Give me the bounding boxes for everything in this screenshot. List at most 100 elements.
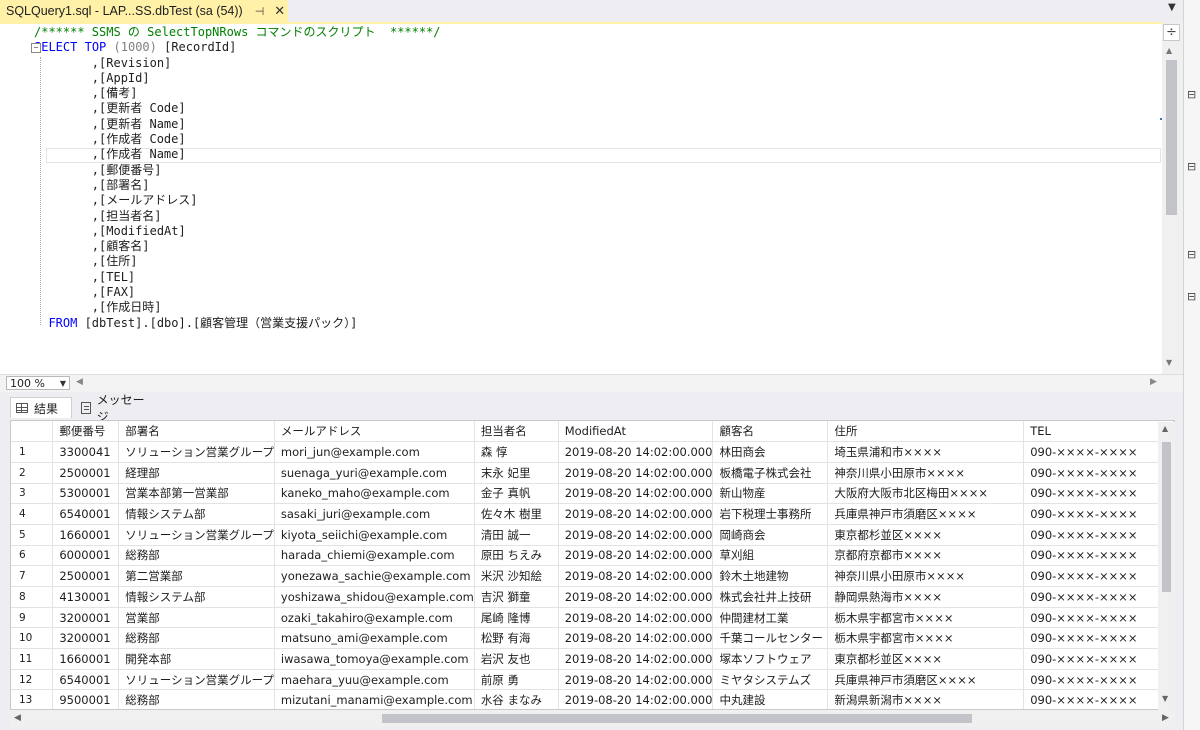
table-cell[interactable]: 林田商会 [712, 441, 829, 463]
panel-collapse-icon[interactable]: ⊟ [1187, 248, 1196, 261]
table-row[interactable]: 6 6000001 総務部 harada_chiemi@example.com 原田 ち… [11, 545, 1174, 567]
table-cell[interactable]: kaneko_maho@example.com [274, 483, 475, 505]
table-cell[interactable]: ソリューション営業グループ [118, 441, 275, 463]
table-cell[interactable]: ozaki_takahiro@example.com [274, 607, 475, 629]
table-cell[interactable]: 岩沢 友也 [474, 648, 559, 670]
table-cell[interactable]: 前原 勇 [474, 669, 559, 691]
table-cell[interactable]: 栃木県宇都宮市×××× [827, 607, 1025, 629]
grid-scroll-up-icon[interactable]: ▲ [1162, 424, 1168, 433]
table-cell[interactable]: 情報システム部 [118, 503, 275, 525]
table-cell[interactable]: 第二営業部 [118, 565, 275, 587]
table-cell[interactable]: 新潟県新潟市×××× [827, 689, 1025, 709]
table-cell[interactable]: mori_jun@example.com [274, 441, 475, 463]
column-header[interactable]: TEL [1023, 421, 1174, 443]
table-cell[interactable]: matsuno_ami@example.com [274, 627, 475, 650]
table-cell[interactable]: 090-××××-×××× [1023, 627, 1174, 650]
row-number[interactable]: 2 [11, 462, 54, 484]
table-row[interactable]: 2 2500001 経理部 suenaga_yuri@example.com 末永 妃里… [11, 462, 1174, 484]
column-header[interactable]: 部署名 [118, 421, 275, 443]
column-header[interactable]: 担当者名 [474, 421, 559, 443]
table-cell[interactable]: 2500001 [52, 565, 120, 587]
scroll-right-icon[interactable]: ▶ [1150, 377, 1157, 387]
grid-vertical-thumb[interactable] [1162, 442, 1171, 592]
table-row[interactable]: 12 6540001 ソリューション営業グループ maehara_yuu@exampl… [11, 669, 1174, 691]
table-cell[interactable]: 090-××××-×××× [1023, 689, 1174, 709]
column-header[interactable]: 郵便番号 [52, 421, 120, 443]
table-cell[interactable]: harada_chiemi@example.com [274, 545, 475, 567]
table-cell[interactable]: 神奈川県小田原市×××× [827, 462, 1025, 484]
table-cell[interactable]: sasaki_juri@example.com [274, 503, 475, 525]
table-cell[interactable]: 総務部 [118, 545, 275, 567]
table-cell[interactable]: 2019-08-20 14:02:00.000 [558, 648, 714, 670]
grid-scroll-right-icon[interactable]: ▶ [1162, 713, 1169, 723]
table-cell[interactable]: 6540001 [52, 669, 120, 691]
row-number[interactable]: 1 [11, 441, 54, 463]
query-editor[interactable]: /****** SSMS の SelectTopNRows コマンドのスクリプト… [0, 22, 1183, 374]
editor-scroll-thumb[interactable] [1166, 60, 1177, 215]
table-row[interactable]: 4 6540001 情報システム部 sasaki_juri@example.com 佐々… [11, 503, 1174, 525]
table-cell[interactable]: 2500001 [52, 462, 120, 484]
table-cell[interactable]: 090-××××-×××× [1023, 503, 1174, 525]
table-cell[interactable]: 2019-08-20 14:02:00.000 [558, 607, 714, 629]
table-cell[interactable]: 千葉コールセンター [712, 627, 829, 650]
table-cell[interactable]: mizutani_manami@example.com [274, 689, 475, 709]
table-cell[interactable]: 1660001 [52, 648, 120, 670]
table-cell[interactable]: maehara_yuu@example.com [274, 669, 475, 691]
table-row[interactable]: 13 9500001 総務部 mizutani_manami@example.com 水… [11, 689, 1174, 709]
table-row[interactable]: 3 5300001 営業本部第一営業部 kaneko_maho@example.com… [11, 483, 1174, 505]
table-row[interactable]: 11 1660001 開発本部 iwasawa_tomoya@example.com 岩… [11, 648, 1174, 670]
table-cell[interactable]: 埼玉県浦和市×××× [827, 441, 1025, 463]
table-cell[interactable]: 岩下税理士事務所 [712, 503, 829, 525]
pin-icon[interactable]: ⊣ [255, 5, 265, 18]
table-cell[interactable]: 090-××××-×××× [1023, 524, 1174, 546]
table-cell[interactable]: 情報システム部 [118, 586, 275, 608]
table-cell[interactable]: kiyota_seiichi@example.com [274, 524, 475, 546]
table-cell[interactable]: 6540001 [52, 503, 120, 525]
chevron-down-icon[interactable]: ▼ [60, 377, 66, 390]
row-number[interactable]: 5 [11, 524, 54, 546]
table-row[interactable]: 1 3300041 ソリューション営業グループ mori_jun@example.co… [11, 441, 1174, 463]
query-tab[interactable]: SQLQuery1.sql - LAP...SS.dbTest (sa (54)… [0, 0, 288, 22]
column-header[interactable]: ModifiedAt [558, 421, 714, 443]
table-cell[interactable]: 2019-08-20 14:02:00.000 [558, 565, 714, 587]
row-number[interactable]: 13 [11, 689, 54, 709]
results-grid[interactable]: 郵便番号 部署名 メールアドレス 担当者名 ModifiedAt 顧客名 住所 TEL 1 33… [10, 420, 1175, 710]
table-cell[interactable]: 2019-08-20 14:02:00.000 [558, 503, 714, 525]
table-cell[interactable]: 中丸建設 [712, 689, 829, 709]
table-cell[interactable]: 金子 真帆 [474, 483, 559, 505]
row-number[interactable]: 8 [11, 586, 54, 608]
table-cell[interactable]: ソリューション営業グループ [118, 669, 275, 691]
table-cell[interactable]: 兵庫県神戸市須磨区×××× [827, 669, 1025, 691]
split-window-icon[interactable]: ÷ [1163, 24, 1180, 41]
table-cell[interactable]: 経理部 [118, 462, 275, 484]
table-cell[interactable]: 佐々木 樹里 [474, 503, 559, 525]
scroll-up-icon[interactable]: ▲ [1166, 46, 1172, 55]
table-cell[interactable]: 2019-08-20 14:02:00.000 [558, 669, 714, 691]
table-cell[interactable]: 米沢 沙知絵 [474, 565, 559, 587]
table-cell[interactable]: 株式会社井上技研 [712, 586, 829, 608]
tab-results[interactable]: 結果 [10, 397, 72, 418]
table-cell[interactable]: 鈴木土地建物 [712, 565, 829, 587]
table-cell[interactable]: 090-××××-×××× [1023, 586, 1174, 608]
table-cell[interactable]: 営業部 [118, 607, 275, 629]
table-cell[interactable]: 新山物産 [712, 483, 829, 505]
table-cell[interactable]: 尾崎 隆博 [474, 607, 559, 629]
table-cell[interactable]: 板橋電子株式会社 [712, 462, 829, 484]
row-number-header[interactable] [11, 421, 54, 443]
table-cell[interactable]: 090-××××-×××× [1023, 565, 1174, 587]
table-cell[interactable]: 3300041 [52, 441, 120, 463]
panel-collapse-icon[interactable]: ⊟ [1187, 160, 1196, 173]
code-area[interactable]: /****** SSMS の SelectTopNRows コマンドのスクリプト… [31, 25, 1163, 374]
table-row[interactable]: 10 3200001 総務部 matsuno_ami@example.com 松野 有海… [11, 627, 1174, 650]
table-cell[interactable]: 塚本ソフトウェア [712, 648, 829, 670]
table-cell[interactable]: 仲間建材工業 [712, 607, 829, 629]
table-row[interactable]: 8 4130001 情報システム部 yoshizawa_shidou@example.… [11, 586, 1174, 608]
panel-collapse-icon[interactable]: ⊟ [1187, 88, 1196, 101]
table-cell[interactable]: 営業本部第一営業部 [118, 483, 275, 505]
table-row[interactable]: 9 3200001 営業部 ozaki_takahiro@example.com 尾崎 … [11, 607, 1174, 629]
table-cell[interactable]: 森 惇 [474, 441, 559, 463]
table-cell[interactable]: 2019-08-20 14:02:00.000 [558, 627, 714, 650]
table-cell[interactable]: 大阪府大阪市北区梅田×××× [827, 483, 1025, 505]
row-number[interactable]: 7 [11, 565, 54, 587]
table-cell[interactable]: 原田 ちえみ [474, 545, 559, 567]
